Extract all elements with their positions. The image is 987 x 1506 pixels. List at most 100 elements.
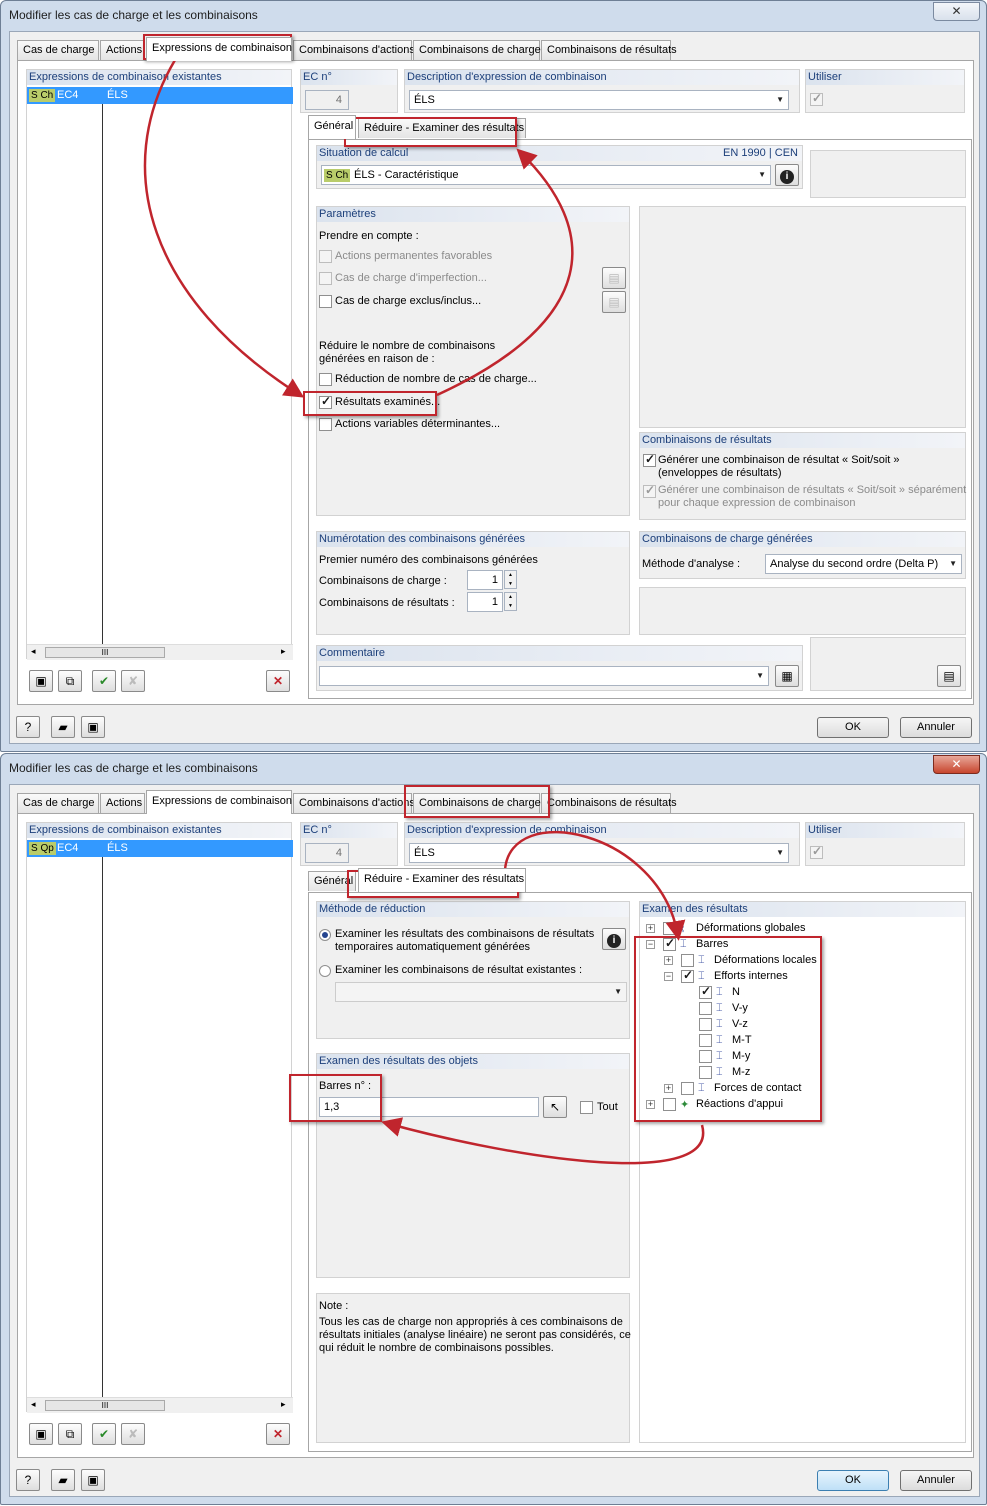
cancel-button[interactable]: Annuler bbox=[900, 1470, 972, 1491]
new-expression-button[interactable]: ▣ bbox=[29, 1423, 53, 1445]
tab-result-combinations[interactable]: Combinaisons de résultats bbox=[541, 793, 677, 813]
description-select[interactable]: ÉLS bbox=[409, 90, 789, 110]
check-button[interactable]: ✔ bbox=[92, 1423, 116, 1445]
reduce-lc-count-label: Réduction de nombre de cas de charge... bbox=[335, 373, 537, 385]
tab-action-combinations[interactable]: Combinaisons d'actions bbox=[293, 793, 415, 813]
ec-number-input[interactable]: 4 bbox=[305, 843, 349, 863]
close-button[interactable]: ✕ bbox=[933, 2, 980, 21]
cancel-button[interactable]: Annuler bbox=[900, 717, 972, 738]
tab-action-combinations[interactable]: Combinaisons d'actions bbox=[293, 40, 415, 60]
check-button[interactable]: ✔ bbox=[92, 670, 116, 692]
horizontal-scrollbar[interactable]: ◂ III ▸ bbox=[27, 1397, 293, 1413]
tab-load-combinations[interactable]: Combinaisons de charge bbox=[413, 40, 541, 60]
generated-combinations-label: Combinaisons de charge générées bbox=[640, 532, 965, 547]
list-item[interactable]: S Qp EC4 ÉLS bbox=[27, 840, 293, 857]
note-line-2: résultats initiales (analyse linéaire) n… bbox=[319, 1329, 631, 1341]
rc-number-input[interactable]: 1 bbox=[467, 592, 503, 612]
uncheck-button[interactable]: ✘ bbox=[121, 670, 145, 692]
info-button[interactable]: i bbox=[602, 928, 626, 950]
either-or-separate-label-1: Générer une combinaison de résultats « S… bbox=[658, 484, 967, 496]
highlight-results-tree bbox=[634, 936, 822, 1122]
design-situation-value: ÉLS - Caractéristique bbox=[354, 169, 459, 181]
save-button[interactable]: ▣ bbox=[81, 716, 105, 738]
highlight-examined-results bbox=[303, 391, 437, 416]
subtab-reduce[interactable]: Réduire - Examiner des résultats bbox=[358, 868, 526, 892]
either-or-separate-checkbox[interactable] bbox=[643, 483, 656, 498]
variable-actions-checkbox[interactable] bbox=[319, 418, 332, 431]
existing-expressions-list[interactable]: Expressions de combinaison existantes S … bbox=[26, 822, 293, 1413]
consider-label: Prendre en compte : bbox=[319, 230, 419, 242]
use-checkbox[interactable] bbox=[810, 844, 823, 859]
imperfection-edit-button[interactable]: ▤ bbox=[602, 267, 626, 289]
info-icon: i bbox=[780, 170, 794, 184]
ok-button[interactable]: OK bbox=[817, 717, 889, 738]
ok-button[interactable]: OK bbox=[817, 1470, 889, 1491]
existing-rc-radio[interactable] bbox=[319, 965, 331, 977]
horizontal-scrollbar[interactable]: ◂ III ▸ bbox=[27, 644, 293, 660]
tab-actions[interactable]: Actions bbox=[100, 793, 145, 813]
tab-combination-expressions[interactable]: Expressions de combinaison bbox=[146, 790, 292, 814]
expand-icon[interactable]: + bbox=[646, 924, 655, 933]
tab-actions[interactable]: Actions bbox=[100, 40, 145, 60]
existing-expressions-list[interactable]: Expressions de combinaison existantes S … bbox=[26, 69, 293, 660]
side-edit-button[interactable]: ▤ bbox=[937, 665, 961, 687]
comment-button[interactable]: ▦ bbox=[775, 665, 799, 687]
delete-button[interactable]: ✕ bbox=[266, 670, 290, 692]
help-icon: ? bbox=[24, 1473, 32, 1487]
column-divider bbox=[102, 857, 103, 1397]
delete-button[interactable]: ✕ bbox=[266, 1423, 290, 1445]
excluded-included-checkbox[interactable] bbox=[319, 295, 332, 308]
norm-label: EN 1990 | CEN bbox=[722, 147, 798, 159]
open-button[interactable]: ▰ bbox=[51, 1469, 75, 1491]
save-button[interactable]: ▣ bbox=[81, 1469, 105, 1491]
comment-input[interactable] bbox=[319, 666, 769, 686]
lc-number-input[interactable]: 1 bbox=[467, 570, 503, 590]
uncheck-button[interactable]: ✘ bbox=[121, 1423, 145, 1445]
scroll-right-icon[interactable]: ▸ bbox=[281, 1399, 286, 1410]
auto-temp-radio[interactable] bbox=[319, 929, 331, 941]
existing-rc-select[interactable] bbox=[335, 982, 627, 1002]
info-button[interactable]: i bbox=[775, 164, 799, 186]
subtab-general[interactable]: Général bbox=[308, 115, 356, 139]
tab-load-cases[interactable]: Cas de charge bbox=[17, 40, 99, 60]
copy-icon: ⧉ bbox=[65, 1427, 75, 1441]
ec-number-input[interactable]: 4 bbox=[305, 90, 349, 110]
scroll-right-icon[interactable]: ▸ bbox=[281, 646, 286, 657]
pick-bars-button[interactable]: ↖ bbox=[543, 1096, 567, 1118]
tab-load-cases[interactable]: Cas de charge bbox=[17, 793, 99, 813]
tree-checkbox[interactable] bbox=[663, 922, 676, 935]
edit-icon: ▤ bbox=[608, 295, 620, 309]
ec-number-group: EC n° 4 bbox=[300, 69, 398, 113]
reduce-lc-count-checkbox[interactable] bbox=[319, 373, 332, 386]
copy-expression-button[interactable]: ⧉ bbox=[58, 670, 82, 692]
lc-number-spinner[interactable]: ▲ ▼ bbox=[504, 570, 517, 589]
design-situation-select[interactable]: S Ch ÉLS - Caractéristique bbox=[321, 165, 771, 185]
tab-result-combinations[interactable]: Combinaisons de résultats bbox=[541, 40, 677, 60]
either-or-checkbox[interactable] bbox=[643, 452, 656, 467]
close-button[interactable]: ✕ bbox=[933, 755, 980, 774]
scroll-left-icon[interactable]: ◂ bbox=[31, 646, 36, 657]
description-select[interactable]: ÉLS bbox=[409, 843, 789, 863]
comment-side-panel: ▤ bbox=[810, 637, 966, 691]
analysis-method-select[interactable]: Analyse du second ordre (Delta P) bbox=[765, 554, 962, 574]
open-button[interactable]: ▰ bbox=[51, 716, 75, 738]
tab-combination-expressions[interactable]: Expressions de combinaison bbox=[146, 37, 292, 61]
imperfection-checkbox[interactable] bbox=[319, 272, 332, 285]
favorable-permanent-checkbox[interactable] bbox=[319, 250, 332, 263]
scroll-thumb[interactable]: III bbox=[45, 1400, 165, 1411]
help-button[interactable]: ? bbox=[16, 1469, 40, 1491]
use-checkbox[interactable] bbox=[810, 91, 823, 106]
rc-number-spinner[interactable]: ▲ ▼ bbox=[504, 592, 517, 611]
ec-number-group: EC n° 4 bbox=[300, 822, 398, 866]
copy-expression-button[interactable]: ⧉ bbox=[58, 1423, 82, 1445]
all-checkbox[interactable] bbox=[580, 1101, 593, 1114]
new-expression-button[interactable]: ▣ bbox=[29, 670, 53, 692]
situation-badge: S Ch bbox=[29, 89, 56, 102]
scroll-thumb[interactable]: III bbox=[45, 647, 165, 658]
tab-content: Expressions de combinaison existantes S … bbox=[17, 813, 974, 1458]
help-button[interactable]: ? bbox=[16, 716, 40, 738]
imperfection-label: Cas de charge d'imperfection... bbox=[335, 272, 487, 284]
list-item[interactable]: S Ch EC4 ÉLS bbox=[27, 87, 293, 104]
scroll-left-icon[interactable]: ◂ bbox=[31, 1399, 36, 1410]
excluded-edit-button[interactable]: ▤ bbox=[602, 291, 626, 313]
